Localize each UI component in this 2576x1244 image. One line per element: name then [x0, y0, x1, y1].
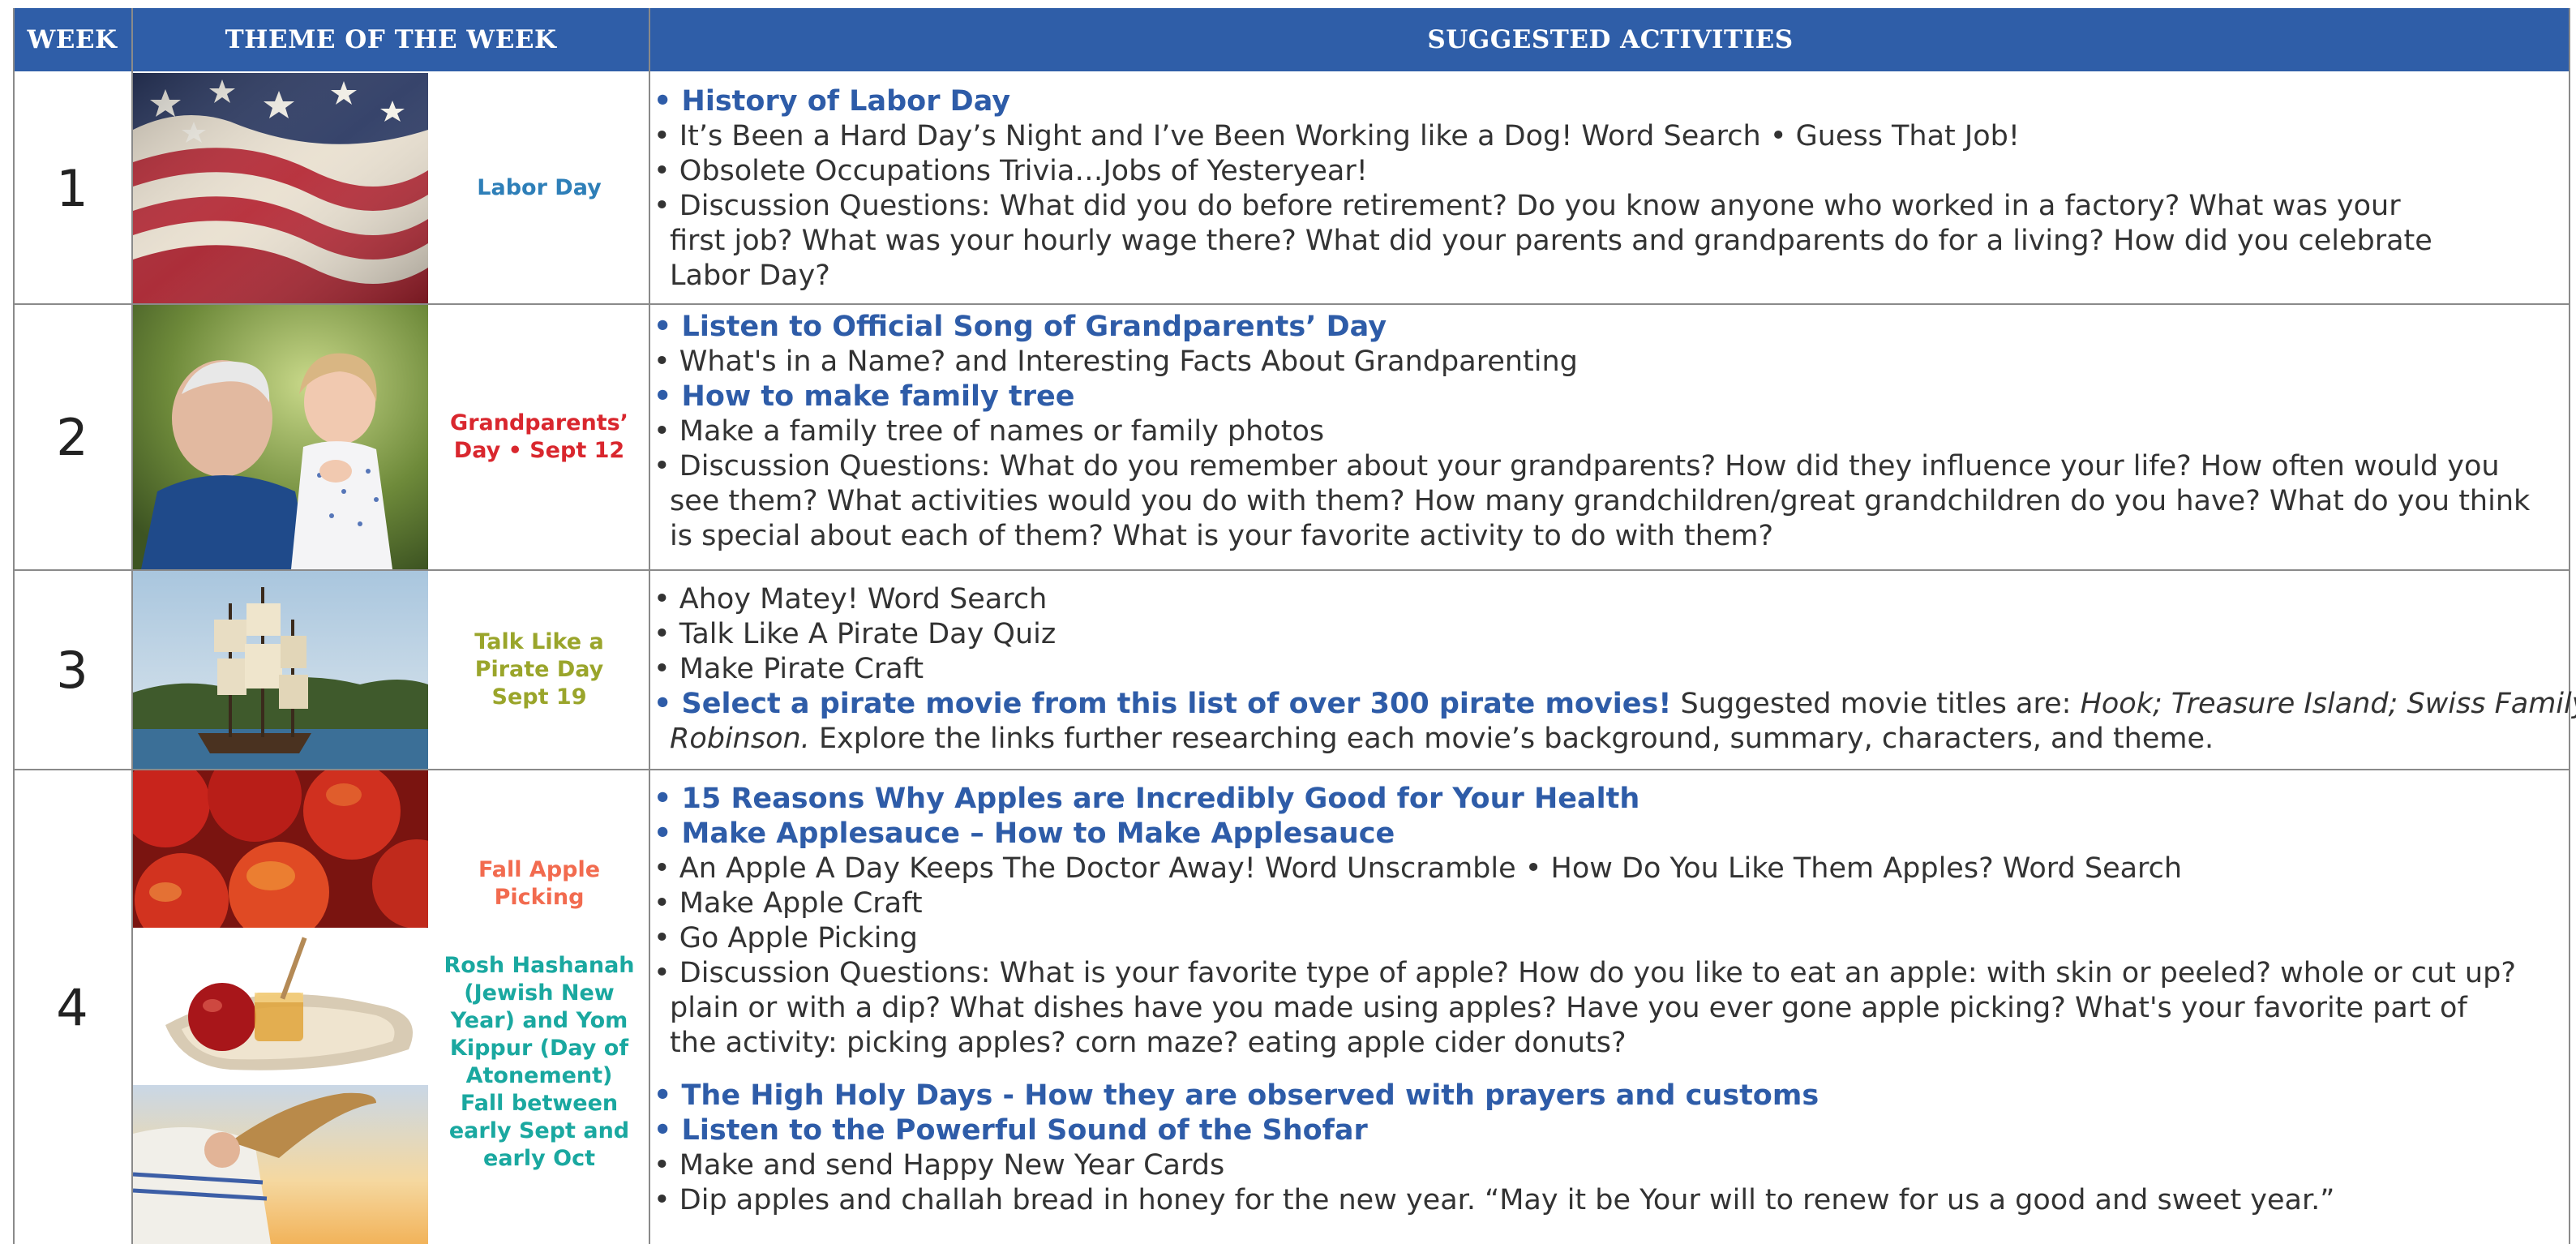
week-number: 4 [56, 977, 88, 1037]
theme-line: Year) and Yom [450, 1008, 628, 1033]
activities-table: WEEK THEME OF THE WEEK SUGGESTED ACTIVIT… [13, 8, 2576, 1244]
theme-line: early Oct [483, 1146, 595, 1171]
activity-item: • Select a pirate movie from this list o… [654, 687, 2576, 722]
activity-item: • Ahoy Matey! Word Search [654, 583, 1048, 616]
header-activities: SUGGESTED ACTIVITIES [1427, 25, 1794, 54]
activity-item: • Make and send Happy New Year Cards [654, 1149, 1225, 1182]
activity-link[interactable]: • 15 Reasons Why Apples are Incredibly G… [654, 782, 2559, 817]
activity-link[interactable]: • Listen to the Powerful Sound of the Sh… [654, 1113, 2559, 1148]
movie-titles: Hook; Treasure Island; Swiss Family [2080, 688, 2576, 720]
movie-titles: Robinson. [670, 723, 810, 755]
theme-line: Fall Apple [478, 857, 601, 882]
pirate-ship-image [133, 571, 428, 769]
activities-cell: • Listen to Official Song of Grandparent… [654, 310, 2559, 554]
theme-label: Rosh Hashanah (Jewish New Year) and Yom … [430, 949, 649, 1176]
theme-line: Fall between [460, 1091, 619, 1116]
activity-item: • An Apple A Day Keeps The Doctor Away! … [654, 852, 2183, 885]
header-theme: THEME OF THE WEEK [225, 25, 557, 54]
activity-item: • Discussion Questions: What is your fav… [654, 957, 2516, 989]
week-number: 3 [56, 640, 88, 700]
theme-line: Talk Like a [474, 629, 604, 654]
activity-item: • Go Apple Picking [654, 922, 918, 954]
activity-item: • Talk Like A Pirate Day Quiz [654, 618, 1057, 650]
activity-link[interactable]: • Listen to Official Song of Grandparent… [654, 310, 2559, 345]
activity-item: the activity: picking apples? corn maze?… [670, 1027, 1627, 1059]
activity-item: • What's in a Name? and Interesting Fact… [654, 345, 1578, 378]
theme-label: Labor Day [477, 175, 602, 200]
movie-suggestion-text: Suggested movie titles are: [1671, 688, 2081, 720]
activity-item: • Make a family tree of names or family … [654, 415, 1325, 448]
activities-cell: • History of Labor Day • It’s Been a Har… [654, 84, 2559, 294]
theme-line: (Jewish New [464, 980, 615, 1006]
grandfather-and-granddaughter-image [133, 305, 428, 569]
theme-label: Grandparents’ Day • Sept 12 [430, 305, 649, 569]
activity-item: is special about each of them? What is y… [670, 520, 1774, 552]
theme-line: Picking [494, 885, 585, 910]
activity-item: see them? What activities would you do w… [670, 485, 2531, 517]
activity-item: • Make Pirate Craft [654, 653, 924, 685]
honey-and-apple-image [133, 928, 428, 1085]
theme-line: Sept 19 [491, 684, 587, 710]
apples-image [133, 770, 428, 928]
activities-cell: • 15 Reasons Why Apples are Incredibly G… [654, 782, 2559, 1218]
theme-line: Rosh Hashanah [444, 953, 635, 978]
shofar-image [133, 1085, 428, 1244]
activity-item: Labor Day? [670, 260, 830, 292]
week-number: 2 [56, 407, 88, 467]
activity-item: • Discussion Questions: What did you do … [654, 190, 2401, 222]
activity-item: Robinson. Explore the links further rese… [654, 722, 2559, 757]
theme-line: early Sept and [448, 1118, 630, 1143]
pirate-movie-link[interactable]: • Select a pirate movie from this list o… [654, 688, 1671, 720]
theme-line: Kippur (Day of [449, 1036, 629, 1061]
activity-item: • Obsolete Occupations Trivia…Jobs of Ye… [654, 155, 1368, 187]
activity-item: plain or with a dip? What dishes have yo… [670, 992, 2467, 1024]
theme-line: Pirate Day [474, 657, 604, 682]
table-header: WEEK THEME OF THE WEEK SUGGESTED ACTIVIT… [13, 8, 2570, 71]
activity-link[interactable]: • Make Applesauce – How to Make Applesau… [654, 817, 2559, 851]
theme-line: Grandparents’ [450, 410, 628, 435]
american-flag-image [133, 73, 428, 303]
activity-item: • Make Apple Craft [654, 887, 923, 920]
theme-label: Talk Like a Pirate Day Sept 19 [430, 571, 649, 769]
week-number: 1 [56, 158, 88, 218]
header-week: WEEK [27, 25, 118, 54]
theme-line: Day • Sept 12 [453, 438, 625, 463]
activity-link[interactable]: • The High Holy Days - How they are obse… [654, 1079, 2559, 1113]
border-right [2569, 8, 2570, 1244]
movie-explore-text: Explore the links further researching ea… [809, 723, 2214, 755]
activity-item: • It’s Been a Hard Day’s Night and I’ve … [654, 120, 2020, 152]
activity-item: first job? What was your hourly wage the… [670, 225, 2432, 257]
activity-item: • Discussion Questions: What do you reme… [654, 450, 2500, 483]
activity-link[interactable]: • History of Labor Day [654, 84, 2559, 119]
activities-cell: • Ahoy Matey! Word Search • Talk Like A … [654, 582, 2576, 757]
theme-label: Fall Apple Picking [430, 851, 649, 916]
column-divider [649, 8, 650, 1244]
activity-item: • Dip apples and challah bread in honey … [654, 1184, 2335, 1216]
theme-line: Atonement) [465, 1063, 613, 1088]
activity-link[interactable]: • How to make family tree [654, 380, 2559, 414]
